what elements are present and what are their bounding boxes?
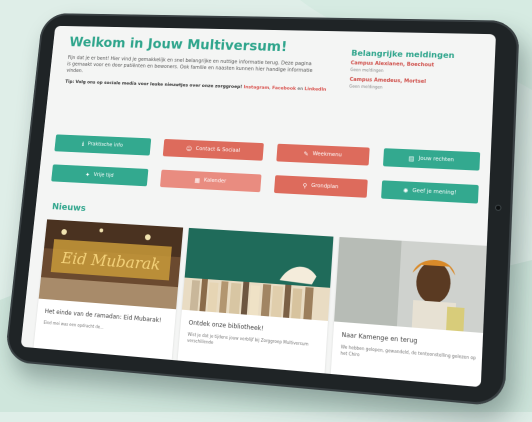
button-label: Grondplan (310, 182, 339, 191)
tablet-screen: Welkom in Jouw Multiversum! Fijn dat je … (20, 25, 496, 388)
news-card[interactable]: Ontdek onze bibliotheek! Wist je dat je … (176, 227, 334, 382)
button-label: Kalender (203, 177, 227, 185)
info-icon: ℹ (81, 140, 85, 148)
notices-title: Belangrijke meldingen (351, 48, 455, 60)
calendar-button[interactable]: ▦ Kalender (159, 169, 262, 193)
people-icon: ☺ (185, 145, 193, 153)
facebook-link[interactable]: Facebook (272, 86, 296, 92)
walking-icon: ✦ (84, 171, 91, 179)
floor-plan-button[interactable]: ⚲ Grondplan (273, 175, 368, 198)
page-title: Welkom in Jouw Multiversum! (68, 35, 288, 55)
library-books-image (181, 227, 334, 321)
eid-mubarak-image: Eid Mubarak (38, 219, 184, 310)
button-label: Praktische info (87, 141, 124, 149)
button-label: Geef je mening! (412, 187, 457, 197)
week-menu-button[interactable]: ✎ Weekmenu (276, 143, 370, 166)
give-feedback-button[interactable]: ✺ Geef je mening! (381, 180, 479, 204)
contact-social-button[interactable]: ☺ Contact & Sociaal (162, 138, 264, 161)
social-tip: Tip: Volg ons op sociale media voor leuk… (65, 79, 326, 93)
lightbulb-icon: ✺ (402, 186, 409, 195)
intro-text: Fijn dat je er bent! Hier vind je gemakk… (66, 55, 313, 74)
calendar-icon: ▦ (194, 176, 201, 184)
tip-text: Tip: Volg ons op sociale media voor leuk… (65, 79, 243, 91)
tip-comma: , (268, 86, 271, 91)
notice-item[interactable]: Campus Alexianen, Boechout Geen meldinge… (350, 60, 484, 75)
tip-and: en (297, 86, 304, 92)
camera-lens (494, 204, 502, 212)
tablet-device: Welkom in Jouw Multiversum! Fijn dat je … (4, 13, 520, 407)
rights-icon: ▤ (408, 154, 415, 163)
your-rights-button[interactable]: ▤ Jouw rechten (382, 148, 481, 171)
notice-item[interactable]: Campus Amedeus, Mortsel Geen meldingen (349, 77, 483, 93)
button-label: Contact & Sociaal (195, 146, 241, 154)
instagram-link[interactable]: Instagram (243, 85, 269, 91)
news-heading: Nieuws (51, 202, 87, 214)
practical-info-button[interactable]: ℹ Praktische info (54, 134, 152, 156)
button-label: Weekmenu (312, 151, 342, 159)
button-label: Vrije tijd (93, 172, 114, 179)
button-label: Jouw rechten (418, 155, 455, 164)
child-portrait-image (334, 236, 494, 334)
map-pin-icon: ⚲ (302, 181, 308, 190)
important-notices: Belangrijke meldingen Campus Alexianen, … (349, 49, 485, 98)
cutlery-icon: ✎ (303, 150, 309, 158)
news-card[interactable]: Naar Kamenge en terug We hebben gelopen,… (330, 236, 494, 388)
quick-links: ℹ Praktische info ☺ Contact & Sociaal ✎ … (50, 134, 491, 216)
news-card[interactable]: Eid Mubarak Het einde van de ramadan: Ei… (32, 219, 184, 369)
free-time-button[interactable]: ✦ Vrije tijd (51, 164, 149, 187)
news-cards: Eid Mubarak Het einde van de ramadan: Ei… (32, 219, 496, 388)
linkedin-link[interactable]: LinkedIn (304, 87, 326, 93)
